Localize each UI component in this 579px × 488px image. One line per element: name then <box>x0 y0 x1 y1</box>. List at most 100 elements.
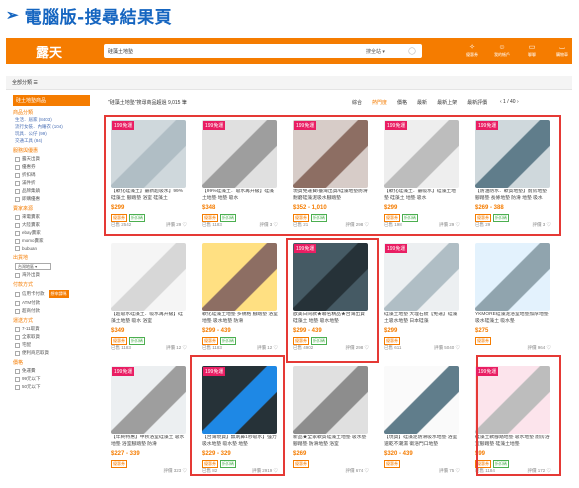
nav-item-tag[interactable]: ✧ 優惠券 <box>462 44 482 58</box>
product-card[interactable]: 199免運 【軟化硅藻土】最新超吸水】99%硅藻土 腳踏墊 浴室 硅藻土 $299 優… <box>107 117 190 232</box>
product-name[interactable]: 新品★全家軟質硅藻土地墊 吸水墊 腳踏墊 防滑地墊 浴室 <box>293 435 369 448</box>
cart-icon[interactable]: ⌴ <box>559 44 565 52</box>
filter-option[interactable]: 滿件折 <box>15 180 90 186</box>
product-name[interactable]: 【防油防水．軟質地墊】廚房地墊 腳踏墊 長條地墊 防滑 地墊 吸水 <box>475 189 551 202</box>
sort-option[interactable]: 熱門度 <box>372 99 387 106</box>
product-image[interactable] <box>111 243 186 311</box>
search-box[interactable]: 硅藻土地墊 搜全站 ▾ <box>104 44 422 58</box>
heart-icon[interactable]: ♡ <box>181 345 187 350</box>
product-name[interactable]: YKMORE硅藻泥浴室地墊加厚地墊 吸水硅藻土 吸水墊 <box>475 312 551 325</box>
category-link[interactable]: 生活．居家 (8403) <box>15 117 90 123</box>
product-name[interactable]: 【軟化硅藻土．最吸水】硅藻土地墊 硅藻土 地墊 吸水 <box>384 189 460 202</box>
nav-item-user[interactable]: ☺ 我的帳戶 <box>492 44 512 58</box>
sort-option[interactable]: 最新上架 <box>437 99 457 106</box>
filter-option[interactable]: 露天出貨 <box>15 156 90 162</box>
filter-option[interactable]: ATM付款 <box>15 300 90 306</box>
filter-option[interactable]: 優惠券 <box>15 164 90 170</box>
filter-option[interactable]: 即購優惠 <box>15 196 90 202</box>
heart-icon[interactable]: ♡ <box>181 468 187 473</box>
filter-option[interactable]: 信用卡付款 想申請嗎 <box>15 290 90 298</box>
product-card[interactable]: 軟化硅藻土地墊 多規格 腳踏墊 浴室地墊 吸水地墊 防滑 $299 - 439 優惠… <box>198 240 281 355</box>
product-name[interactable]: 【超吸水硅藻土．吸水再升級】硅藻土地墊 吸水 浴室 <box>111 312 187 325</box>
filter-option[interactable]: 超商付款 <box>15 308 90 314</box>
filter-checkbox[interactable] <box>15 350 20 356</box>
pager-text[interactable]: ‹ 1 / 40 › <box>500 99 519 105</box>
product-card[interactable]: 199免運 【台灣現貨】無刺鼻1秒吸水】強力吸水地墊 吸水墊 地墊 $229 - 3… <box>198 363 281 478</box>
product-card[interactable]: 【超吸水硅藻土．吸水再升級】硅藻土地墊 吸水 浴室 $349 優惠券 折扣碼 已售 11… <box>107 240 190 355</box>
nav-item-chat[interactable]: ▭ 聊聊 <box>522 44 542 58</box>
product-image[interactable] <box>475 243 550 311</box>
filter-checkbox[interactable] <box>15 238 20 244</box>
product-card[interactable]: 199免運 硅藻土軟腳踏地墊 吸水地墊 廚房浴室腳踏墊 硅藻土地墊 $99 優惠券 折扣… <box>471 363 554 478</box>
filter-option[interactable]: 折扣碼 <box>15 172 90 178</box>
heart-icon[interactable]: ♡ <box>454 222 460 227</box>
product-image[interactable] <box>384 366 459 434</box>
filter-checkbox[interactable] <box>15 272 20 278</box>
filter-option[interactable]: 海外出貨 <box>15 272 90 278</box>
location-select[interactable]: 台灣地區 ▾ <box>15 263 51 270</box>
site-logo[interactable]: 露天 <box>36 42 96 61</box>
filter-checkbox[interactable] <box>15 164 20 170</box>
product-name[interactable]: 硅藻土軟腳踏地墊 吸水地墊 廚房浴室腳踏墊 硅藻土地墊 <box>475 435 551 448</box>
filter-checkbox[interactable] <box>15 172 20 178</box>
product-image[interactable]: 199免運 <box>111 366 186 434</box>
product-card[interactable]: YKMORE硅藻泥浴室地墊加厚地墊 吸水硅藻土 吸水墊 $275 優惠券 評價 964… <box>471 240 554 355</box>
sort-option[interactable]: 最新評價 <box>467 99 487 106</box>
filter-option[interactable]: 品牌集鎮 <box>15 188 90 194</box>
product-name[interactable]: 【現貨】硅藻泥防滑吸水地墊 浴室速乾不潮濕 衛浴門口地墊 <box>384 435 460 448</box>
pagination[interactable]: ‹ 1 / 40 › <box>500 99 519 105</box>
filter-checkbox[interactable] <box>15 300 20 306</box>
heart-icon[interactable]: ♡ <box>454 468 460 473</box>
filter-option[interactable]: 50元以下 <box>15 384 90 390</box>
filter-option[interactable]: bubuan <box>15 246 90 251</box>
product-name[interactable]: 硅藻土地墊 大理石紋【免運】硅藻土吸水地墊 日本硅藻 <box>384 312 460 325</box>
filter-checkbox[interactable] <box>15 156 20 162</box>
filter-option[interactable]: 宅配 <box>15 342 90 348</box>
filter-checkbox[interactable] <box>15 180 20 186</box>
product-card[interactable]: 新品★全家軟質硅藻土地墊 吸水墊 腳踏墊 防滑地墊 浴室 $269 優惠券 評價 67… <box>289 363 372 478</box>
heart-icon[interactable]: ♡ <box>272 222 278 227</box>
filter-option[interactable]: 來電賣家 <box>15 214 90 220</box>
nav-item-cart[interactable]: ⌴ 購物車 <box>552 44 572 58</box>
heart-icon[interactable]: ♡ <box>545 222 551 227</box>
search-scope-select[interactable]: 搜全站 ▾ <box>366 48 406 55</box>
product-image[interactable]: 199免運 <box>202 120 277 188</box>
heart-icon[interactable]: ♡ <box>363 468 369 473</box>
filter-checkbox[interactable] <box>15 334 20 340</box>
filter-checkbox[interactable] <box>15 384 20 390</box>
filter-checkbox[interactable] <box>15 196 20 202</box>
heart-icon[interactable]: ♡ <box>272 345 278 350</box>
filter-option[interactable]: 7-11取貨 <box>15 326 90 332</box>
filter-checkbox[interactable] <box>15 230 20 236</box>
sort-option[interactable]: 價格 <box>397 99 407 106</box>
filter-checkbox[interactable] <box>15 308 20 314</box>
filter-option[interactable]: momo賣家 <box>15 238 90 244</box>
product-card[interactable]: 199免運 【防油防水．軟質地墊】廚房地墊 腳踏墊 長條地墊 防滑 地墊 吸水 $2… <box>471 117 554 232</box>
heart-icon[interactable]: ♡ <box>545 468 551 473</box>
filter-checkbox[interactable] <box>15 326 20 332</box>
filter-checkbox[interactable] <box>15 214 20 220</box>
product-image[interactable]: 199免運 <box>475 366 550 434</box>
filter-checkbox[interactable] <box>15 246 20 251</box>
all-categories-menu[interactable]: 全部分類 ☰ <box>12 79 38 86</box>
filter-checkbox[interactable] <box>15 188 20 194</box>
product-image[interactable]: 199免運 <box>111 120 186 188</box>
product-image[interactable]: 199免運 <box>293 120 368 188</box>
heart-icon[interactable]: ♡ <box>363 222 369 227</box>
product-image[interactable] <box>293 366 368 434</box>
filter-option[interactable]: 免運費 <box>15 368 90 374</box>
product-name[interactable]: 【軟化硅藻土】最新超吸水】99%硅藻土 腳踏墊 浴室 硅藻土 <box>111 189 187 202</box>
product-image[interactable] <box>202 243 277 311</box>
user-icon[interactable]: ☺ <box>498 44 505 52</box>
filter-checkbox[interactable] <box>15 376 20 382</box>
product-name[interactable]: 現貨免運費/臺灣出貨/硅藻地墊防滑耐磨硅藻泥吸水腳踏墊 <box>293 189 369 202</box>
product-card[interactable]: 199免運 【年終特惠】中秋浴室硅藻土 吸水地墊 浴室腳踏墊 防滑 $227 - 3… <box>107 363 190 478</box>
filter-option[interactable]: 99元以下 <box>15 376 90 382</box>
product-card[interactable]: 199免運 現貨免運費/臺灣出貨/硅藻地墊防滑耐磨硅藻泥吸水腳踏墊 $352 - 1… <box>289 117 372 232</box>
heart-icon[interactable]: ♡ <box>545 345 551 350</box>
product-name[interactable]: 【台灣現貨】無刺鼻1秒吸水】強力吸水地墊 吸水墊 地墊 <box>202 435 278 448</box>
product-name[interactable]: 【年終特惠】中秋浴室硅藻土 吸水地墊 浴室腳踏墊 防滑 <box>111 435 187 448</box>
product-image[interactable]: 199免運 <box>384 243 459 311</box>
heart-icon[interactable]: ♡ <box>181 222 187 227</box>
sort-option[interactable]: 最新 <box>417 99 427 106</box>
